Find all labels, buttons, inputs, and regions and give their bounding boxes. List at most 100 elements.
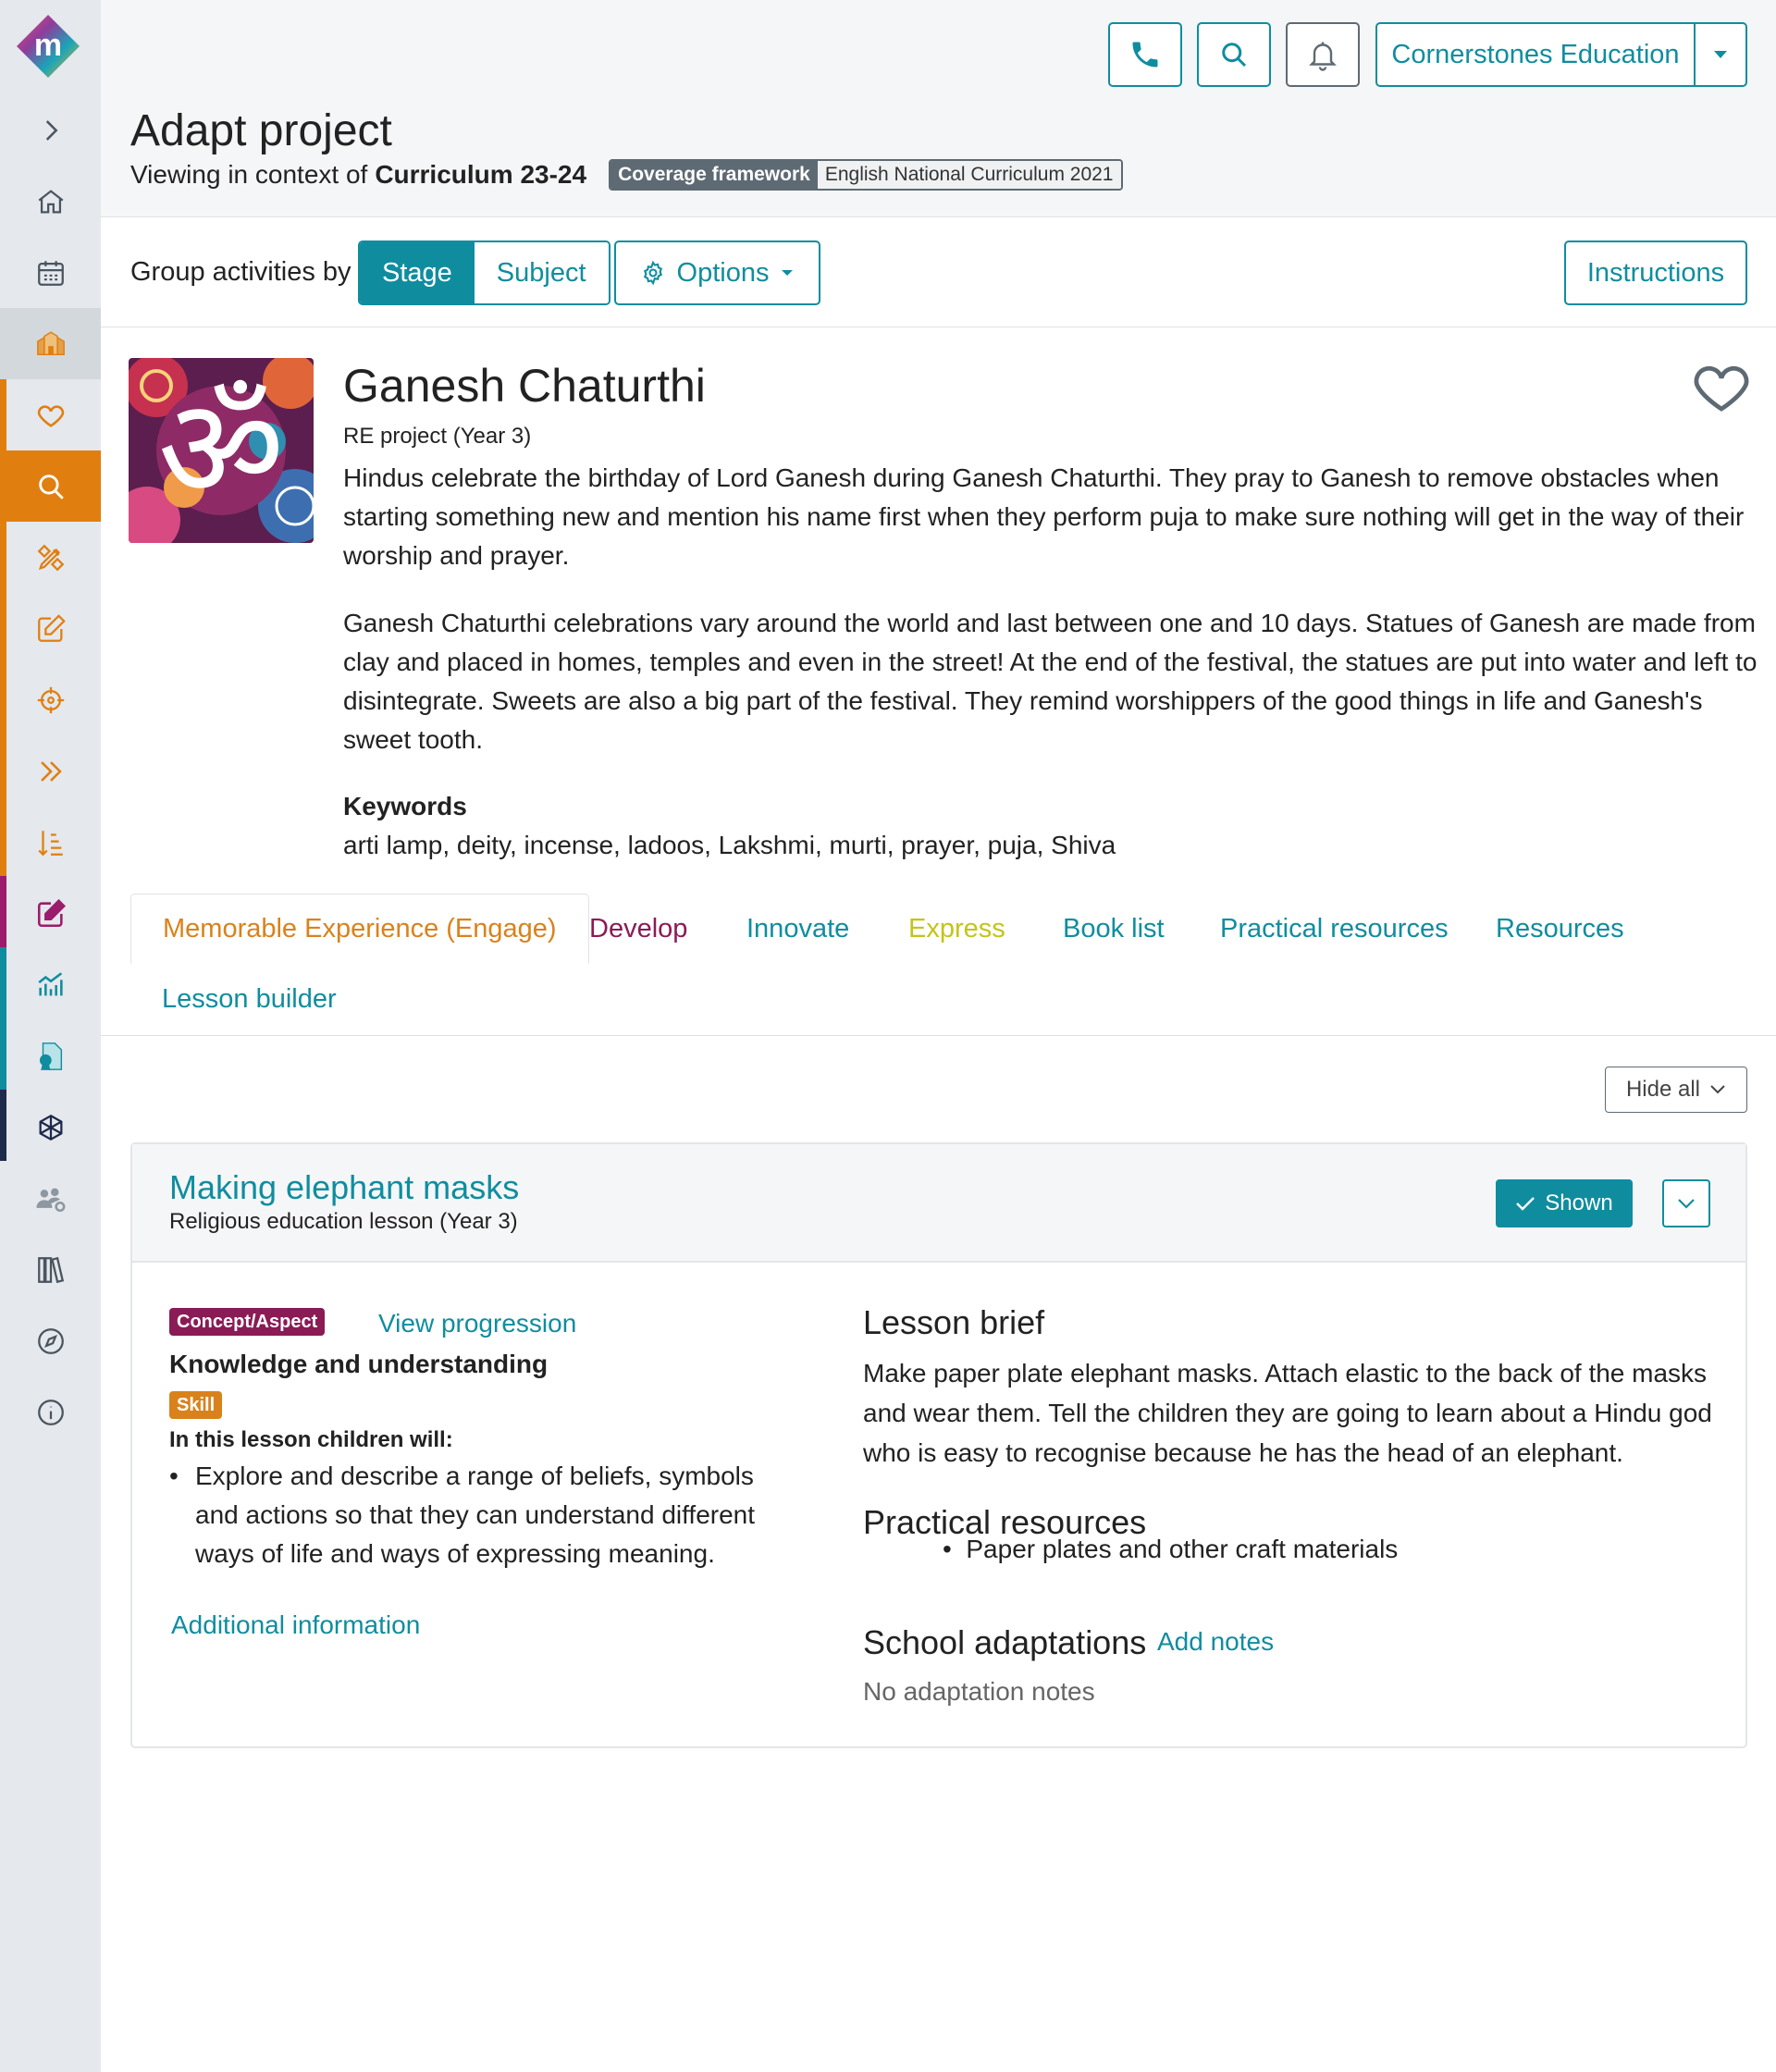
skill-badge: Skill [169, 1391, 223, 1419]
sidebar-item-network[interactable] [0, 1092, 101, 1163]
add-notes-link[interactable]: Add notes [1157, 1627, 1274, 1657]
organisation-name: Cornerstones Education [1377, 24, 1696, 85]
tab-practical-resources[interactable]: Practical resources [1189, 894, 1480, 964]
chevron-down-icon [1710, 1085, 1725, 1094]
tab-resources[interactable]: Resources [1464, 894, 1656, 964]
sidebar-item-favourites[interactable] [0, 379, 101, 450]
network-icon [39, 1114, 62, 1141]
search-button[interactable] [1197, 22, 1271, 87]
project-description-paragraph: Ganesh Chaturthi celebrations vary aroun… [343, 609, 1758, 754]
sidebar-item-sort[interactable] [0, 807, 101, 878]
group-by-subject[interactable]: Subject [474, 242, 609, 303]
caret-down-icon [782, 270, 794, 276]
activity-toolbar: Group activities by Stage Subject Option… [101, 218, 1776, 327]
sidebar-item-info[interactable] [0, 1376, 101, 1448]
practical-resource-item: • Paper plates and other craft materials [943, 1535, 1398, 1564]
project-description: Hindus celebrate the birthday of Lord Ga… [343, 459, 1758, 788]
tab-book-list[interactable]: Book list [1031, 894, 1196, 964]
lesson-expand-button[interactable] [1662, 1179, 1710, 1227]
user-settings-icon [35, 1188, 65, 1212]
sidebar-item-certificates[interactable] [0, 1020, 101, 1092]
sidebar: m [0, 0, 101, 2072]
lesson-card: Making elephant masks Religious educatio… [130, 1142, 1747, 1748]
options-label: Options [676, 257, 770, 288]
context-curriculum: Curriculum 23-24 [375, 160, 587, 189]
sidebar-item-users[interactable] [0, 1163, 101, 1234]
group-by-stage[interactable]: Stage [360, 242, 475, 303]
bell-icon [1309, 42, 1337, 71]
sidebar-item-calendar[interactable] [0, 237, 101, 308]
tab-express[interactable]: Express [877, 894, 1037, 964]
concept-value: Knowledge and understanding [169, 1350, 549, 1378]
school-adaptations-heading: School adaptations [863, 1623, 1147, 1661]
project-title: Ganesh Chaturthi [343, 360, 706, 412]
caret-down-icon [1714, 51, 1727, 58]
instructions-button[interactable]: Instructions [1564, 240, 1747, 305]
children-will-heading: In this lesson children will: [169, 1427, 453, 1452]
concept-aspect-badge: Concept/Aspect [169, 1308, 326, 1336]
app-logo[interactable]: m [15, 13, 81, 80]
coverage-framework-badge: Coverage framework English National Curr… [609, 159, 1123, 191]
sidebar-item-progress[interactable] [0, 735, 101, 807]
sidebar-item-search[interactable] [0, 450, 101, 522]
page-header: Cornerstones Education Adapt project Vie… [101, 0, 1776, 217]
notifications-button[interactable] [1286, 22, 1360, 87]
calendar-icon [37, 260, 64, 286]
view-progression-link[interactable]: View progression [378, 1309, 576, 1338]
check-icon [1516, 1197, 1536, 1211]
shown-toggle-button[interactable]: Shown [1496, 1179, 1633, 1227]
certificate-icon [39, 1042, 62, 1070]
design-tools-icon [37, 544, 64, 571]
lesson-brief-heading: Lesson brief [863, 1303, 1045, 1341]
sidebar-item-explore[interactable] [0, 1305, 101, 1376]
practical-resource-text: Paper plates and other craft materials [966, 1535, 1399, 1563]
hide-all-button[interactable]: Hide all [1605, 1067, 1747, 1113]
coverage-framework-value: English National Curriculum 2021 [817, 161, 1121, 189]
sidebar-item-target[interactable] [0, 664, 101, 735]
project-description-paragraph: Hindus celebrate the birthday of Lord Ga… [343, 463, 1745, 570]
chevron-down-icon [1678, 1199, 1695, 1209]
lesson-brief-text: Make paper plate elephant masks. Attach … [863, 1359, 1712, 1467]
stage-tabs: Memorable Experience (Engage) Develop In… [101, 894, 1776, 1036]
sidebar-item-assessment[interactable] [0, 878, 101, 949]
options-button[interactable]: Options [614, 240, 820, 305]
keywords-heading: Keywords [343, 792, 467, 820]
tab-innovate[interactable]: Innovate [715, 894, 881, 964]
search-icon [1222, 43, 1247, 68]
shown-label: Shown [1545, 1190, 1613, 1215]
bullet-icon: • [943, 1535, 967, 1563]
heart-icon [37, 404, 64, 427]
keywords-list: arti lamp, deity, incense, ladoos, Laksh… [343, 831, 1116, 859]
lesson-card-header: Making elephant masks Religious educatio… [132, 1144, 1745, 1263]
svg-text:m: m [34, 28, 62, 63]
tab-lesson-builder[interactable]: Lesson builder [130, 964, 368, 1034]
svg-text:ॐ: ॐ [158, 369, 285, 530]
additional-information-link[interactable]: Additional information [171, 1610, 420, 1640]
context-line: Viewing in context of Curriculum 23-24 C… [130, 159, 1123, 191]
phone-button[interactable] [1108, 22, 1182, 87]
learning-objective: Explore and describe a range of beliefs,… [195, 1462, 756, 1568]
tab-develop[interactable]: Develop [558, 894, 719, 964]
group-by-toggle: Stage Subject [358, 240, 610, 305]
library-icon [37, 1256, 64, 1283]
info-icon [37, 1399, 64, 1425]
organisation-switcher[interactable]: Cornerstones Education [1375, 22, 1747, 87]
home-icon [38, 189, 63, 213]
favourite-heart-icon[interactable] [1692, 359, 1751, 414]
sidebar-item-design[interactable] [0, 522, 101, 593]
sidebar-item-library[interactable] [0, 1234, 101, 1305]
sort-list-icon [37, 830, 63, 856]
sidebar-item-school[interactable] [0, 308, 101, 379]
sidebar-item-edit[interactable] [0, 593, 101, 664]
sidebar-expand[interactable] [0, 94, 101, 166]
compass-icon [37, 1327, 64, 1354]
sidebar-item-analytics[interactable] [0, 949, 101, 1020]
sidebar-item-home[interactable] [0, 166, 101, 237]
tab-memorable-experience[interactable]: Memorable Experience (Engage) [130, 894, 589, 964]
chart-icon [37, 971, 63, 995]
search-icon [38, 474, 64, 500]
assessment-edit-icon [37, 898, 66, 927]
organisation-dropdown-toggle[interactable] [1696, 24, 1745, 85]
lesson-title[interactable]: Making elephant masks [169, 1168, 519, 1207]
context-prefix: Viewing in context of [130, 160, 368, 189]
